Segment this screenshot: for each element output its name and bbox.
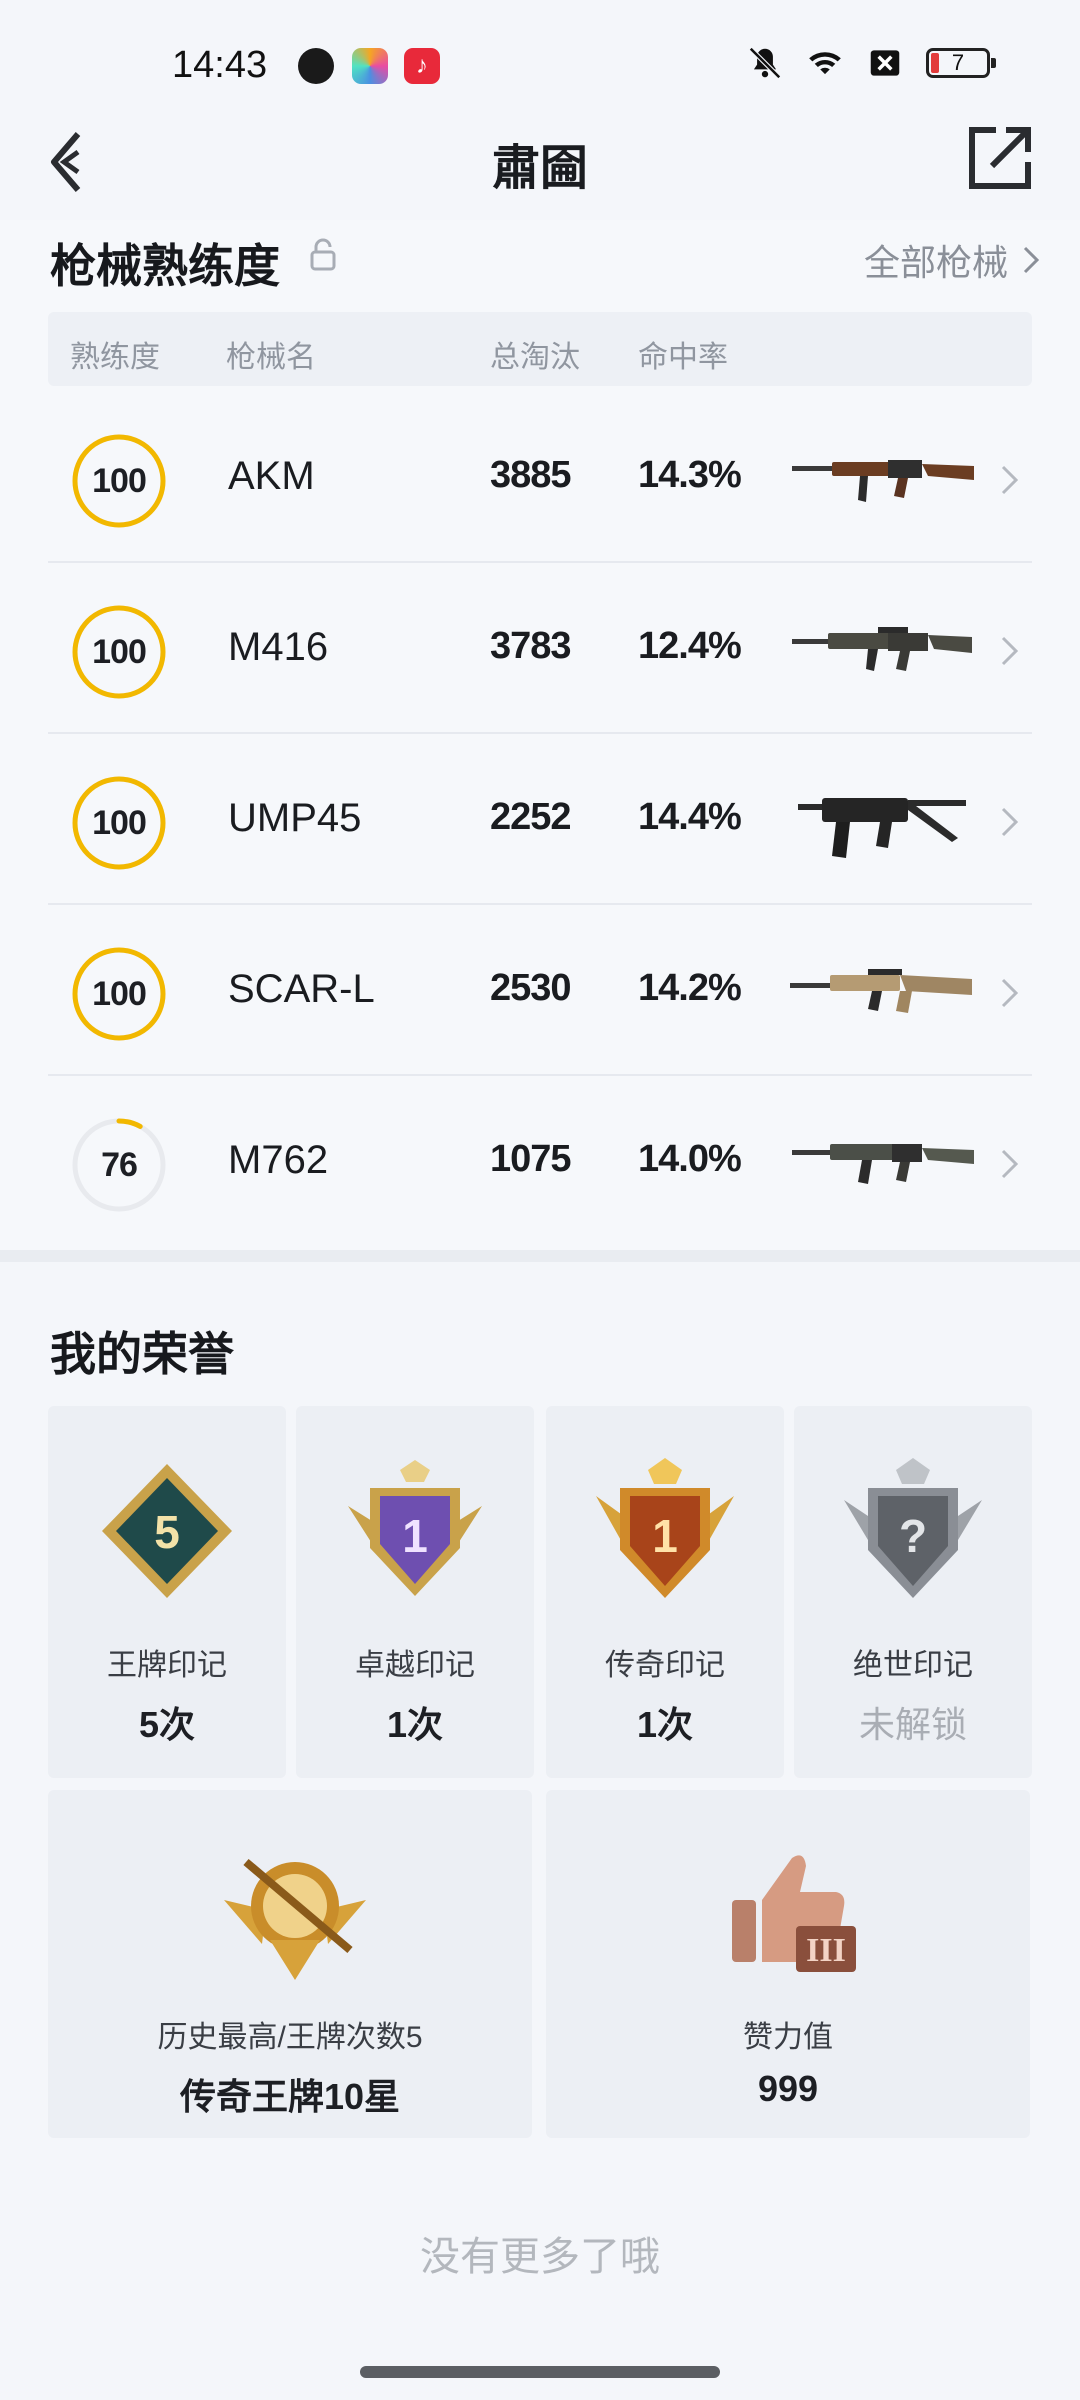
weapon-row[interactable]: 100 UMP45 2252 14.4% [48, 734, 1032, 905]
gun-name: UMP45 [228, 796, 362, 840]
weapon-row[interactable]: 100 M416 3783 12.4% [48, 563, 1032, 734]
gun-kills: 2252 [490, 796, 572, 838]
proficiency-value: 100 [92, 633, 147, 671]
history-best-label: 历史最高/王牌次数5 [157, 2021, 423, 2054]
table-header: 熟练度 枪械名 总淘汰 命中率 [48, 312, 1032, 386]
section-title: 枪械熟练度 [50, 240, 280, 292]
wifi-icon [809, 52, 841, 75]
thumbs-up-icon: III [732, 1855, 856, 1972]
weapon-proficiency-section: 枪械熟练度 全部枪械 熟练度 枪械名 总淘汰 命中率 100 AKM 3885 … [0, 220, 1080, 1250]
excellence-mark-emblem-icon: 1 [348, 1460, 482, 1596]
gun-accuracy: 14.3% [638, 454, 742, 496]
home-indicator[interactable] [360, 2366, 720, 2378]
chevron-right-icon [1023, 246, 1040, 274]
chevron-right-icon [1001, 1149, 1019, 1179]
chevron-right-icon [1001, 807, 1019, 837]
akm-rifle-image [792, 460, 974, 502]
proficiency-value: 76 [101, 1146, 138, 1184]
status-time: 14:43 [172, 44, 268, 86]
history-best-value: 传奇王牌10星 [179, 2076, 401, 2117]
badge-label: 王牌印记 [107, 1649, 227, 1682]
m416-rifle-image [792, 627, 972, 671]
likes-label: 赞力值 [743, 2021, 833, 2054]
ace-mark-emblem-text: 5 [154, 1506, 180, 1558]
gun-kills: 2530 [490, 967, 572, 1009]
badge-value: 5次 [138, 1704, 196, 1745]
badge-value: 1次 [636, 1704, 694, 1745]
ace-mark-card[interactable]: 5 王牌印记 5次 [48, 1406, 286, 1778]
badge-label: 绝世印记 [853, 1649, 973, 1682]
sim-off-icon [870, 50, 900, 76]
section-divider [0, 1250, 1080, 1262]
share-icon[interactable] [966, 124, 1034, 192]
status-bar: 14:43 ♪ 7 [0, 0, 1080, 110]
history-best-card[interactable]: 历史最高/王牌次数5 传奇王牌10星 [48, 1790, 532, 2138]
excellence-mark-emblem-text: 1 [402, 1510, 428, 1562]
page-title: 肅圇 [491, 142, 588, 195]
excellence-mark-card[interactable]: 1 卓越印记 1次 [296, 1406, 534, 1778]
gun-accuracy: 14.0% [638, 1138, 742, 1180]
badge-label: 卓越印记 [355, 1649, 475, 1682]
svg-text:III: III [806, 1932, 846, 1969]
column-kills: 总淘汰 [490, 341, 580, 374]
chevron-right-icon [1001, 978, 1019, 1008]
weapon-list: 100 AKM 3885 14.3% 100 M416 3783 12.4% 1… [48, 392, 1032, 1247]
battery-icon: 7 [926, 48, 996, 78]
weapon-row[interactable]: 100 AKM 3885 14.3% [48, 392, 1032, 563]
gun-name: M762 [228, 1138, 329, 1182]
gun-kills: 3885 [490, 454, 572, 496]
app-header: 肅圇 [0, 110, 1080, 220]
mute-icon [749, 47, 781, 79]
weapon-row[interactable]: 100 SCAR-L 2530 14.2% [48, 905, 1032, 1076]
gun-name: M416 [228, 625, 329, 669]
proficiency-value: 100 [92, 462, 147, 500]
notification-app-icon [298, 48, 334, 84]
ace-mark-emblem-icon: 5 [102, 1464, 232, 1598]
legend-mark-emblem-icon: 1 [596, 1458, 734, 1598]
peerless-mark-emblem-text: ? [899, 1510, 927, 1562]
badge-label: 传奇印记 [605, 1649, 725, 1682]
all-weapons-label: 全部枪械 [863, 242, 1008, 283]
gun-accuracy: 14.4% [638, 796, 742, 838]
ump45-smg-image [798, 798, 966, 858]
legend-ace-rank-icon [224, 1858, 366, 1980]
proficiency-value: 100 [92, 804, 147, 842]
legend-mark-emblem-text: 1 [652, 1510, 678, 1562]
gun-kills: 1075 [490, 1138, 572, 1180]
scar-l-rifle-image [790, 969, 972, 1013]
end-of-list-text: 没有更多了哦 [420, 2235, 660, 2279]
likes-value: 999 [757, 2068, 819, 2109]
column-proficiency: 熟练度 [70, 341, 160, 374]
m762-rifle-image [792, 1144, 974, 1184]
badge-value-locked: 未解锁 [858, 1704, 967, 1745]
proficiency-value: 100 [92, 975, 147, 1013]
all-weapons-link[interactable]: 全部枪械 [864, 234, 1040, 286]
lock-icon [310, 238, 336, 271]
status-icons: 7 [746, 44, 996, 82]
likes-card[interactable]: III 赞力值 999 [546, 1790, 1030, 2138]
badge-value: 1次 [386, 1704, 444, 1745]
notification-app-icon-2 [352, 48, 388, 84]
gun-accuracy: 14.2% [638, 967, 742, 1009]
peerless-mark-card[interactable]: ? 绝世印记 未解锁 [794, 1406, 1032, 1778]
music-app-icon: ♪ [404, 48, 440, 84]
column-accuracy: 命中率 [638, 341, 728, 374]
legend-mark-card[interactable]: 1 传奇印记 1次 [546, 1406, 784, 1778]
chevron-right-icon [1001, 636, 1019, 666]
gun-name: SCAR-L [228, 967, 375, 1011]
gun-kills: 3783 [490, 625, 572, 667]
honor-section-title: 我的荣誉 [50, 1328, 234, 1380]
gun-name: AKM [228, 454, 315, 498]
peerless-mark-emblem-icon: ? [844, 1458, 982, 1598]
chevron-right-icon [1001, 465, 1019, 495]
column-gun-name: 枪械名 [226, 341, 316, 374]
gun-accuracy: 12.4% [638, 625, 742, 667]
weapon-row[interactable]: 76 M762 1075 14.0% [48, 1076, 1032, 1247]
